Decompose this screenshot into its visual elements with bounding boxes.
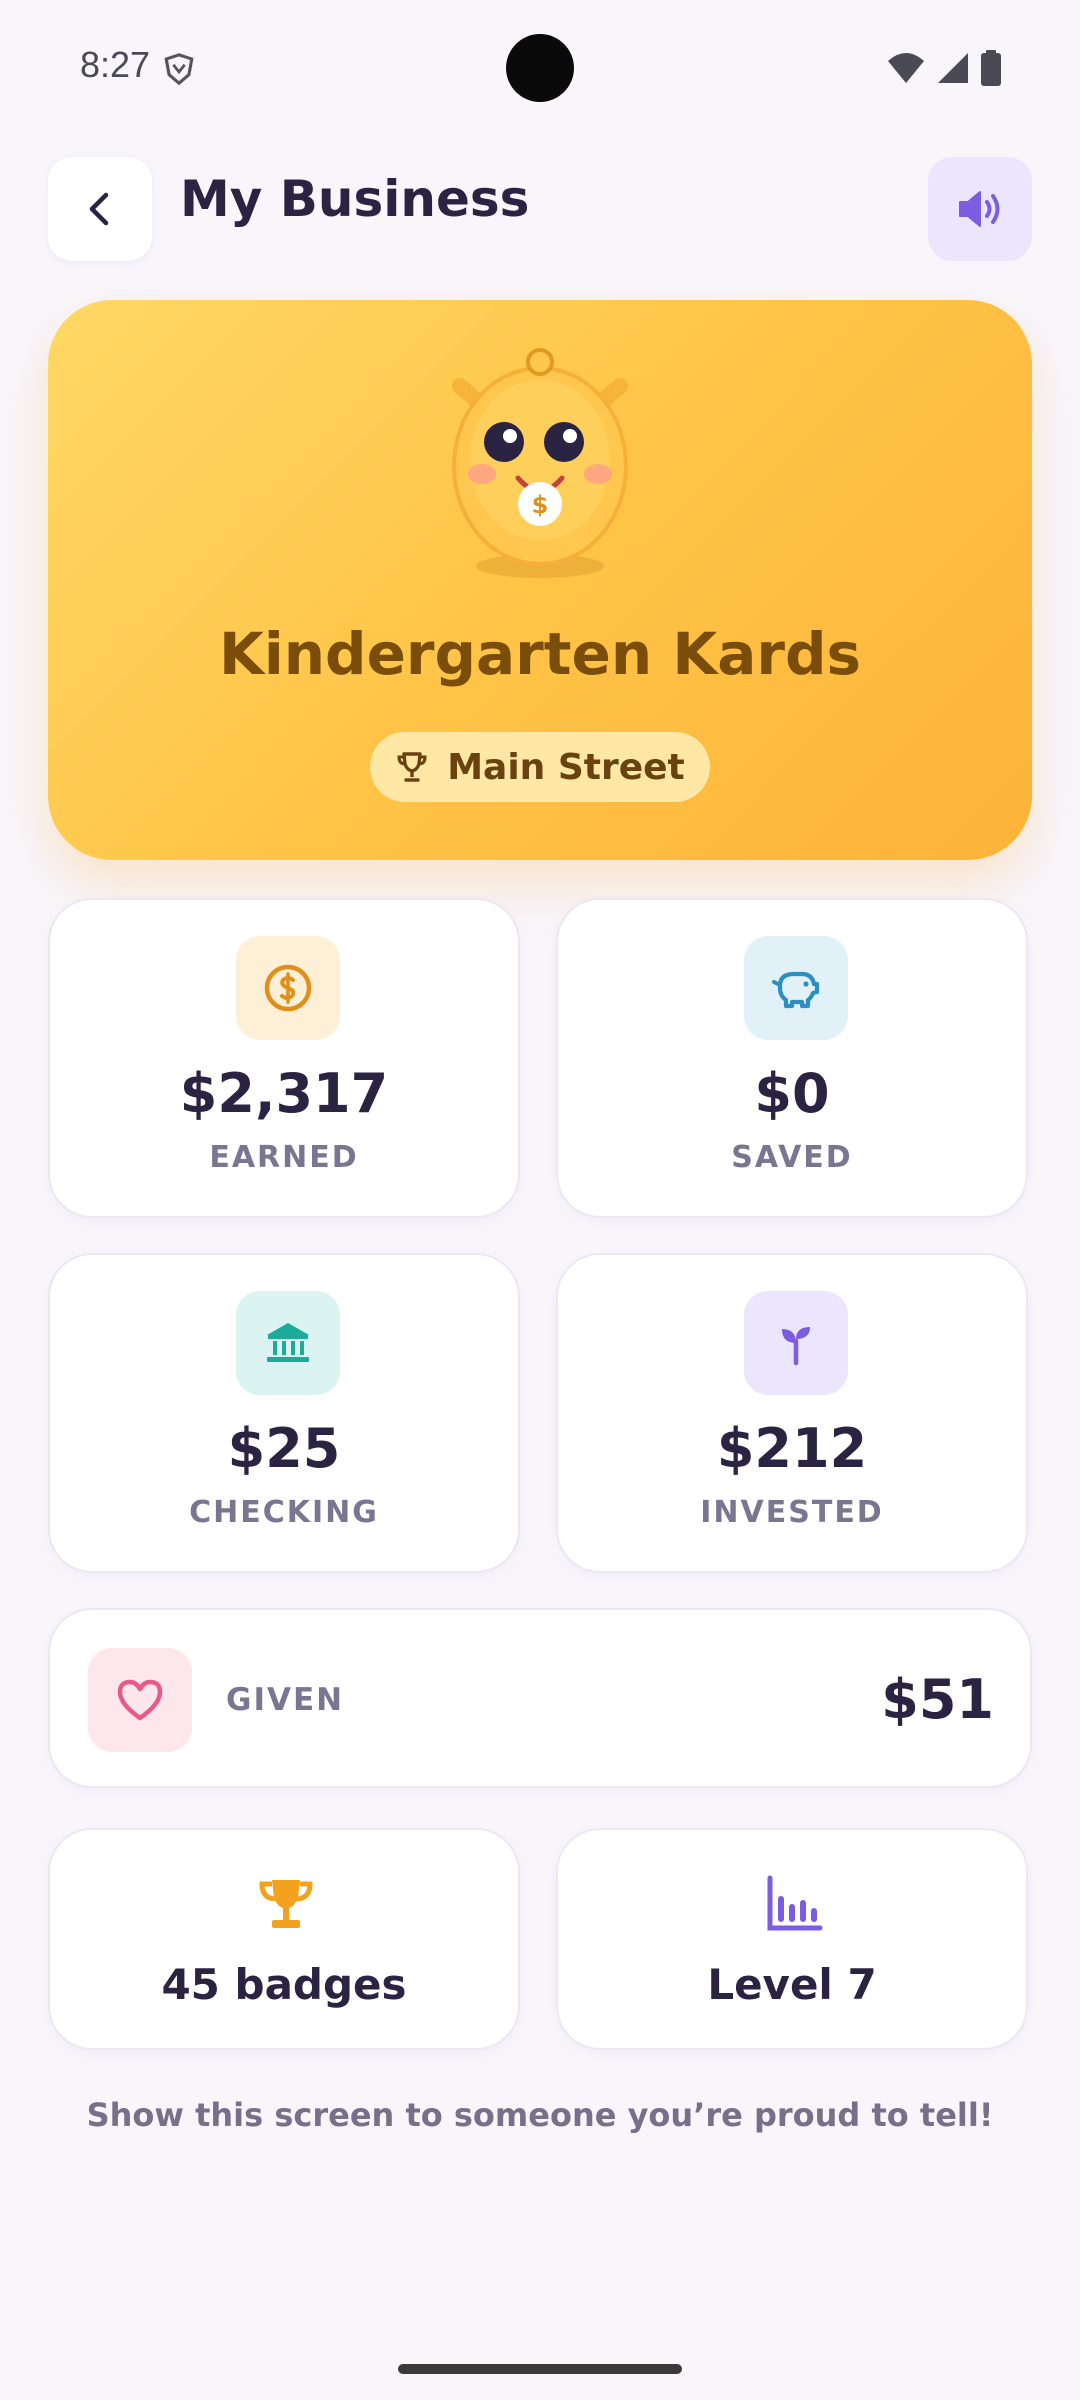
checking-label: CHECKING — [189, 1495, 379, 1530]
earned-label: EARNED — [209, 1140, 359, 1175]
battery-icon — [981, 50, 1001, 86]
sound-button[interactable] — [928, 157, 1032, 261]
piggy-bank-icon — [772, 971, 820, 1009]
signal-icon — [938, 53, 968, 83]
street-label: Main Street — [447, 746, 685, 788]
earned-icon-box — [236, 936, 340, 1040]
speaker-icon — [959, 191, 1000, 227]
shield-icon — [164, 53, 194, 86]
level-text: Level 7 — [707, 1960, 877, 2009]
bank-icon — [267, 1323, 309, 1362]
sprout-icon — [782, 1327, 810, 1366]
business-hero-card: $ Kindergarten Kards Main Street — [48, 300, 1032, 860]
given-label: GIVEN — [226, 1682, 345, 1718]
coin-icon — [264, 964, 312, 1012]
earned-card: $2,317 EARNED — [48, 898, 520, 1218]
badges-card[interactable]: 45 badges — [48, 1828, 520, 2050]
status-time: 8:27 — [80, 44, 151, 85]
trophy-icon — [259, 1880, 313, 1928]
checking-card: $25 CHECKING — [48, 1253, 520, 1573]
mascot-coin-symbol: $ — [532, 491, 549, 519]
heart-icon — [117, 1679, 163, 1721]
status-bar: 8:27 — [0, 0, 1080, 140]
saved-label: SAVED — [731, 1140, 853, 1175]
status-icons — [886, 50, 1002, 86]
earned-value: $2,317 — [179, 1062, 389, 1125]
trophy-icon — [397, 752, 427, 782]
back-button[interactable] — [48, 157, 152, 261]
street-chip: Main Street — [370, 732, 710, 802]
given-icon-box — [88, 1648, 192, 1752]
given-value: $51 — [881, 1668, 994, 1731]
mascot-coin-character: $ — [452, 348, 628, 578]
invested-label: INVESTED — [700, 1495, 884, 1530]
saved-icon-box — [744, 936, 848, 1040]
camera-cutout — [506, 34, 574, 102]
level-card[interactable]: Level 7 — [556, 1828, 1028, 2050]
footer-message: Show this screen to someone you’re proud… — [86, 2096, 994, 2134]
bar-chart-icon — [767, 1875, 823, 1931]
checking-icon-box — [236, 1291, 340, 1395]
invested-card: $212 INVESTED — [556, 1253, 1028, 1573]
page-title: My Business — [180, 170, 530, 228]
given-card: GIVEN $51 — [48, 1608, 1032, 1788]
invested-icon-box — [744, 1291, 848, 1395]
badges-count: 45 badges — [161, 1960, 407, 2009]
home-indicator[interactable] — [398, 2364, 682, 2374]
wifi-icon — [888, 53, 924, 83]
business-name: Kindergarten Kards — [218, 620, 862, 688]
saved-card: $0 SAVED — [556, 898, 1028, 1218]
chevron-left-icon — [89, 192, 109, 226]
checking-value: $25 — [227, 1417, 341, 1480]
invested-value: $212 — [716, 1417, 868, 1480]
saved-value: $0 — [754, 1062, 830, 1125]
